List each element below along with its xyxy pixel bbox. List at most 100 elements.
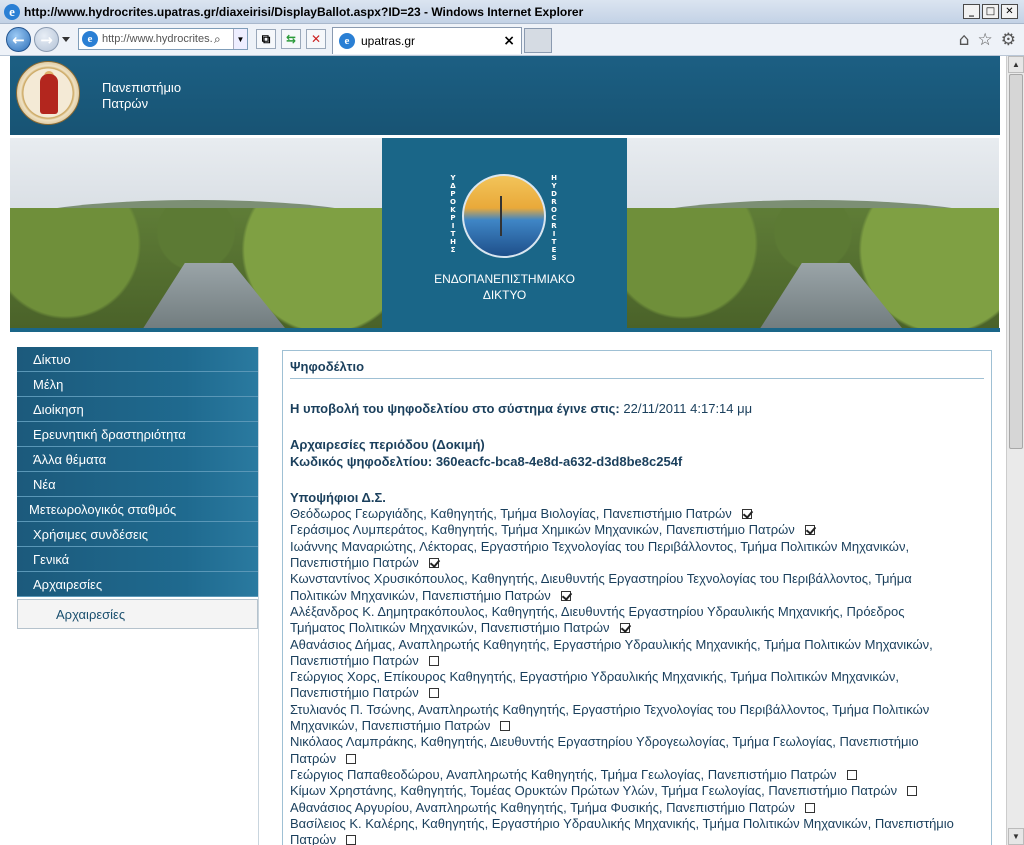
candidate-text: Στυλιανός Π. Τσώνης, Αναπληρωτής Καθηγητ…	[290, 701, 930, 717]
candidate-text-cont: Τμήματος Πολιτικών Μηχανικών, Πανεπιστήμ…	[290, 620, 610, 636]
candidates-header: Υποψήφιοι Δ.Σ.	[290, 489, 386, 505]
ballot-panel: Ψηφοδέλτιο Η υποβολή του ψηφοδελτίου στο…	[282, 350, 992, 845]
sidebar-item[interactable]: Ερευνητική δραστηριότητα	[17, 422, 258, 447]
river-photo-right	[627, 138, 999, 328]
candidate-row: Γεώργιος Χορς, Επίκουρος Καθηγητής, Εργα…	[290, 669, 984, 702]
sidebar-item[interactable]: Χρήσιμες συνδέσεις	[17, 522, 258, 547]
vertical-scrollbar[interactable]: ▲ ▼	[1006, 56, 1024, 845]
tab-favicon-icon: e	[339, 33, 355, 49]
address-bar[interactable]: e http://www.hydrocrites. ⌕ ▼	[78, 28, 248, 50]
compatibility-view-button[interactable]: ⧉	[256, 29, 276, 49]
candidate-text: Αθανάσιος Αργυρίου, Αναπληρωτής Καθηγητή…	[290, 799, 795, 815]
scale-of-justice-icon	[500, 196, 512, 236]
browser-tab[interactable]: e upatras.gr ×	[332, 27, 522, 54]
logo-right-vertical-text: HYDROCRITES	[551, 174, 557, 262]
checked-checkbox[interactable]	[560, 590, 571, 601]
unchecked-checkbox[interactable]	[428, 688, 439, 699]
candidate-row: Βασίλειος Κ. Καλέρης, Καθηγητής, Εργαστή…	[290, 816, 984, 845]
candidate-row: Αλέξανδρος Κ. Δημητρακόπουλος, Καθηγητής…	[290, 604, 984, 637]
stop-button[interactable]: ✕	[306, 29, 326, 49]
refresh-button[interactable]: ⇆	[281, 29, 301, 49]
maximize-button[interactable]: □	[982, 4, 999, 19]
sidebar-item[interactable]: Γενικά	[17, 547, 258, 572]
candidate-text: Γεώργιος Χορς, Επίκουρος Καθηγητής, Εργα…	[290, 669, 900, 685]
unchecked-checkbox[interactable]	[346, 835, 357, 845]
sidebar-item[interactable]: Μετεωρολογικός σταθμός	[17, 497, 258, 522]
candidate-row: Ιωάννης Μαναριώτης, Λέκτορας, Εργαστήριο…	[290, 539, 984, 572]
checked-checkbox[interactable]	[741, 509, 752, 520]
address-input[interactable]: http://www.hydrocrites.	[102, 33, 214, 45]
search-icon[interactable]: ⌕	[214, 32, 221, 47]
sidebar-item[interactable]: Μέλη	[17, 372, 258, 397]
candidate-row: Νικόλαος Λαμπράκης, Καθηγητής, Διευθυντή…	[290, 734, 984, 767]
star-icon[interactable]: ☆	[978, 30, 993, 50]
checked-checkbox[interactable]	[619, 623, 630, 634]
candidate-row: Αθανάσιος Δήμας, Αναπληρωτής Καθηγητής, …	[290, 637, 984, 670]
hydrocrites-logo[interactable]	[462, 174, 546, 258]
new-tab-button[interactable]	[524, 28, 552, 53]
browser-navbar: ← → e http://www.hydrocrites. ⌕ ▼ ⧉ ⇆ ✕ …	[0, 24, 1024, 56]
page-viewport: Πανεπιστήμιο Πατρών ΥΔΡΟΚΡΙΤΗΣ HYDROCRIT…	[0, 56, 1024, 845]
candidate-text-cont: Πανεπιστήμιο Πατρών	[290, 555, 419, 571]
scroll-up-button[interactable]: ▲	[1008, 56, 1024, 73]
sidebar-menu: Δίκτυο Μέλη Διοίκηση Ερευνητική δραστηριότη…	[17, 347, 259, 845]
home-icon[interactable]: ⌂	[959, 30, 970, 50]
compatibility-icon: ⧉	[261, 31, 271, 46]
tab-close-button[interactable]: ×	[503, 33, 515, 49]
university-name-line2: Πατρών	[102, 96, 149, 111]
network-name-line1: ΕΝΔΟΠΑΝΕΠΙΣΤΗΜΙΑΚΟ	[434, 272, 575, 286]
candidate-text: Κίμων Χρηστάνης, Καθηγητής, Τομέας Ορυκτ…	[290, 783, 898, 799]
logo-left-vertical-text: ΥΔΡΟΚΡΙΤΗΣ	[450, 174, 456, 254]
banner-divider	[10, 328, 1000, 332]
candidate-row: Γεράσιμος Λυμπεράτος, Καθηγητής, Τμήμα Χ…	[290, 522, 984, 538]
forward-button[interactable]: →	[34, 27, 59, 52]
sidebar-subitem-elections[interactable]: Αρχαιρεσίες	[17, 599, 258, 629]
candidate-text: Κωνσταντίνος Χρυσικόπουλος, Καθηγητής, Δ…	[290, 571, 912, 587]
candidate-text-cont: Μηχανικών, Πανεπιστήμιο Πατρών	[290, 718, 491, 734]
gear-icon[interactable]: ⚙	[1001, 30, 1016, 50]
window-controls: _ □ ✕	[963, 4, 1018, 19]
unchecked-checkbox[interactable]	[346, 753, 357, 764]
history-dropdown[interactable]	[62, 37, 70, 42]
panel-title: Ψηφοδέλτιο	[290, 359, 984, 379]
scroll-down-button[interactable]: ▼	[1008, 828, 1024, 845]
sidebar-item[interactable]: Δίκτυο	[17, 347, 258, 372]
checked-checkbox[interactable]	[804, 525, 815, 536]
sidebar-item[interactable]: Αρχαιρεσίες	[17, 572, 258, 597]
candidate-text: Νικόλαος Λαμπράκης, Καθηγητής, Διευθυντή…	[290, 734, 919, 750]
close-button[interactable]: ✕	[1001, 4, 1018, 19]
candidate-row: Γεώργιος Παπαθεοδώρου, Αναπληρωτής Καθηγ…	[290, 767, 984, 783]
candidate-text: Θεόδωρος Γεωργιάδης, Καθηγητής, Τμήμα Βι…	[290, 506, 732, 522]
network-name: ΕΝΔΟΠΑΝΕΠΙΣΤΗΜΙΑΚΟ ΔΙΚΤΥΟ	[382, 271, 627, 303]
tab-label: upatras.gr	[361, 34, 416, 48]
unchecked-checkbox[interactable]	[500, 721, 511, 732]
network-name-line2: ΔΙΚΤΥΟ	[482, 288, 527, 302]
back-arrow-icon: ←	[12, 30, 25, 49]
banner-center-panel: ΥΔΡΟΚΡΙΤΗΣ HYDROCRITES ΕΝΔΟΠΑΝΕΠΙΣΤΗΜΙΑΚ…	[382, 138, 627, 328]
candidate-text-cont: Πανεπιστήμιο Πατρών	[290, 652, 419, 668]
candidate-text-cont: Πατρών	[290, 750, 337, 766]
unchecked-checkbox[interactable]	[428, 655, 439, 666]
sidebar-item[interactable]: Άλλα θέματα	[17, 447, 258, 472]
unchecked-checkbox[interactable]	[804, 802, 815, 813]
unchecked-checkbox[interactable]	[907, 786, 918, 797]
candidate-text: Βασίλειος Κ. Καλέρης, Καθηγητής, Εργαστή…	[290, 815, 954, 831]
page-favicon-icon: e	[82, 31, 98, 47]
unchecked-checkbox[interactable]	[846, 769, 857, 780]
candidate-text: Γεράσιμος Λυμπεράτος, Καθηγητής, Τμήμα Χ…	[290, 522, 795, 538]
address-dropdown-button[interactable]: ▼	[233, 29, 247, 49]
candidate-text: Ιωάννης Μαναριώτης, Λέκτορας, Εργαστήριο…	[290, 538, 910, 554]
candidate-text: Αθανάσιος Δήμας, Αναπληρωτής Καθηγητής, …	[290, 636, 933, 652]
submission-timestamp: 22/11/2011 4:17:14 μμ	[623, 401, 753, 416]
scroll-thumb[interactable]	[1009, 74, 1023, 449]
ballot-code: Κωδικός ψηφοδελτίου: 360eacfc-bca8-4e8d-…	[290, 453, 683, 469]
university-seal-logo[interactable]	[16, 61, 80, 125]
stop-icon: ✕	[310, 32, 322, 46]
sidebar-item[interactable]: Νέα	[17, 472, 258, 497]
checked-checkbox[interactable]	[428, 558, 439, 569]
university-name: Πανεπιστήμιο Πατρών	[102, 80, 181, 112]
minimize-button[interactable]: _	[963, 4, 980, 19]
sidebar-item[interactable]: Διοίκηση	[17, 397, 258, 422]
back-button[interactable]: ←	[6, 27, 31, 52]
candidate-text-cont: Πολιτικών Μηχανικών, Πανεπιστήμιο Πατρών	[290, 587, 551, 603]
